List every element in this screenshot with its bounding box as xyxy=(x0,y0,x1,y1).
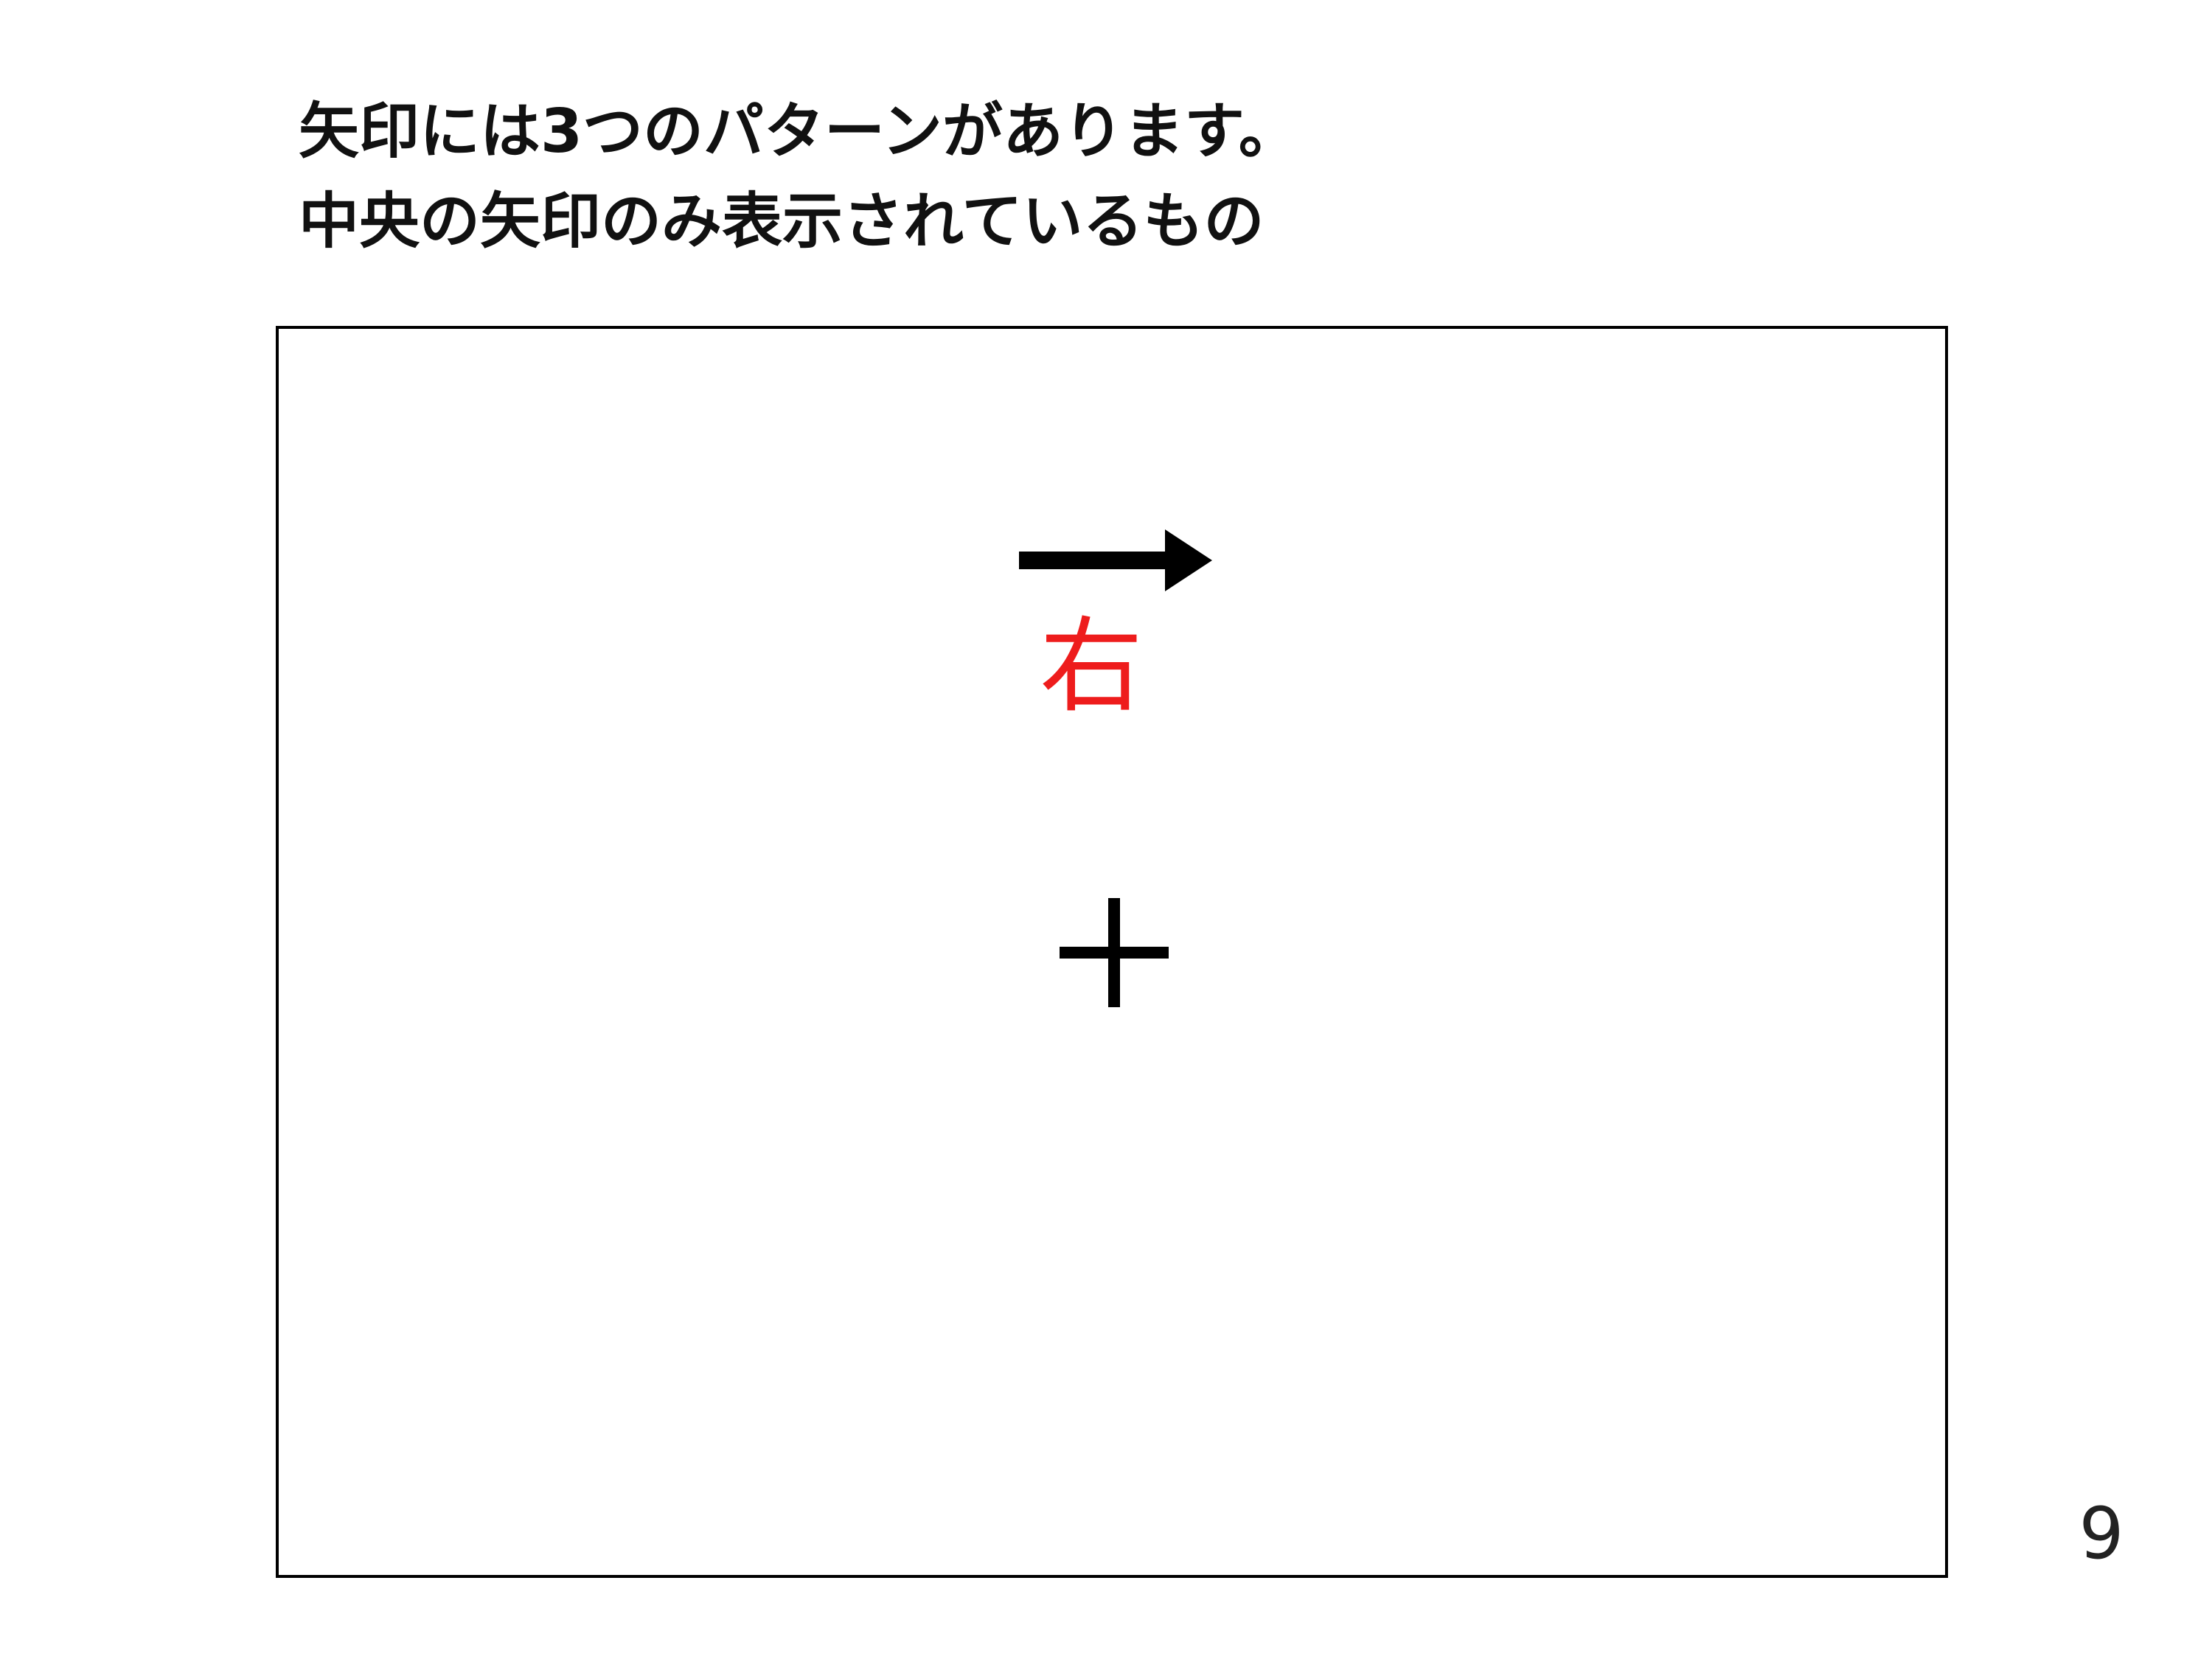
direction-label: 右 xyxy=(1039,607,1143,727)
plus-fixation-icon xyxy=(1060,898,1169,1007)
right-arrow-icon xyxy=(1019,529,1212,591)
title-line-2: 中央の矢印のみ表示されているもの xyxy=(299,187,1265,257)
page-number: 9 xyxy=(2079,1492,2124,1575)
fixation-vertical-bar xyxy=(1108,898,1120,1007)
title-line-1: 矢印には3つのパターンがあります。 xyxy=(299,97,1299,167)
arrow-shaft xyxy=(1019,552,1174,569)
slide-title: 矢印には3つのパターンがあります。 中央の矢印のみ表示されているもの xyxy=(299,87,1299,267)
arrow-head xyxy=(1165,529,1212,591)
